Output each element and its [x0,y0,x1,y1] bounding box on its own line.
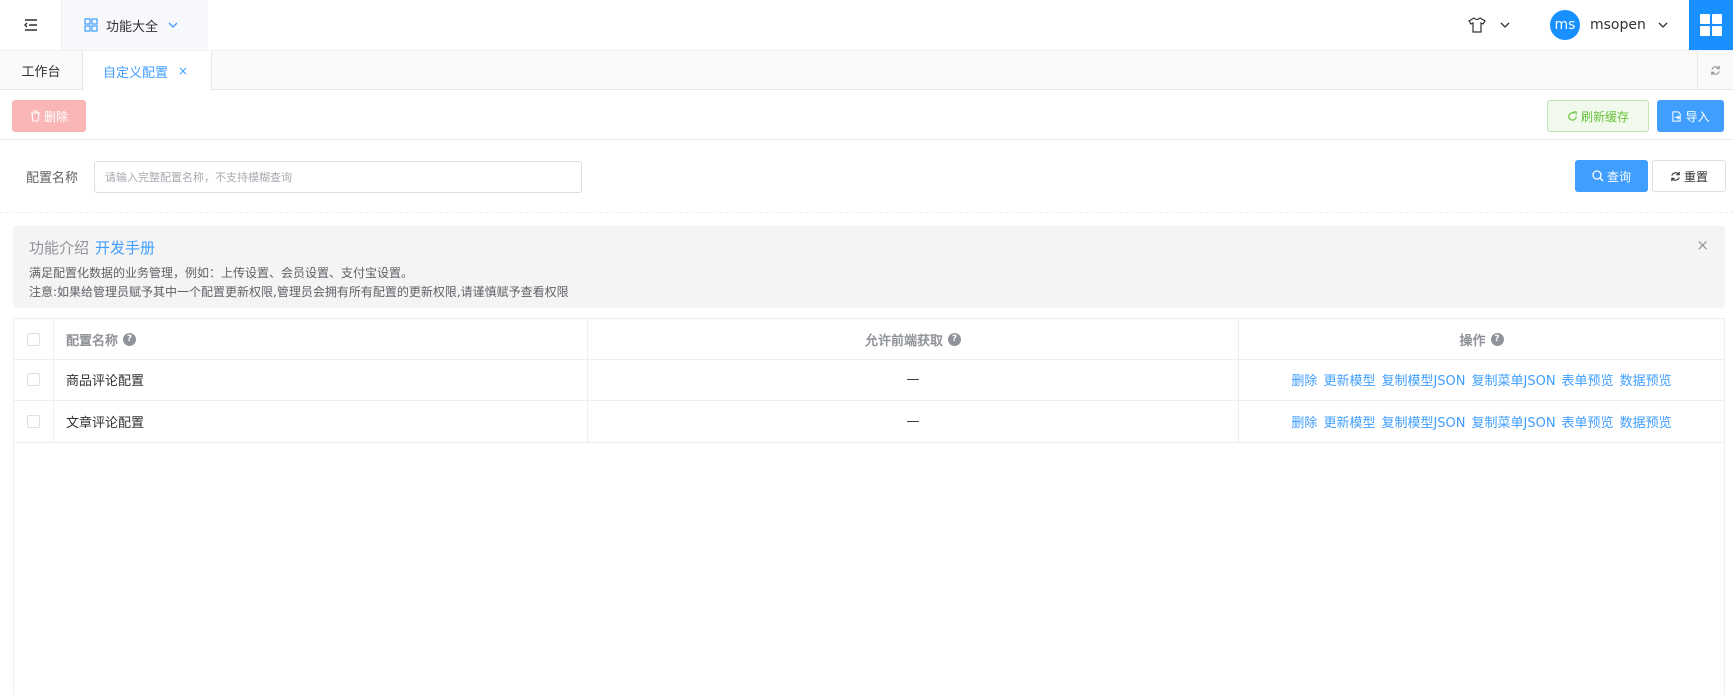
refresh-cache-button[interactable]: 刷新缓存 [1547,100,1649,132]
import-button-label: 导入 [1685,109,1710,124]
reset-icon [1671,171,1680,181]
alert-description: 满足配置化数据的业务管理，例如：上传设置、会员设置、支付宝设置。 [29,266,414,280]
reset-button-label: 重置 [1683,169,1708,184]
table-row: 商品评论配置 — 删除 更新模型 复制模型JSON 复制菜单JSON 表单预览 … [14,359,1724,401]
reset-button[interactable]: 重置 [1652,160,1726,192]
user-name: msopen [1590,17,1646,33]
tab-custom-config[interactable]: 自定义配置 × [82,51,212,91]
chevron-down-icon [1658,22,1668,28]
chevron-down-icon [1500,22,1510,28]
refresh-icon [1711,65,1720,76]
update-model-action[interactable]: 更新模型 [1323,412,1375,431]
copy-model-json-action[interactable]: 复制模型JSON [1381,412,1465,431]
select-all-checkbox[interactable] [27,333,40,346]
column-header: 操作? [1239,319,1724,360]
alert-note: 注意:如果给管理员赋予其中一个配置更新权限,管理员会拥有所有配置的更新权限,请谨… [29,285,569,299]
menu-fold-icon [23,19,37,31]
column-header: 配置名称? [54,319,588,360]
close-icon[interactable]: × [178,64,188,78]
allow-frontend-cell: — [588,359,1239,400]
delete-button[interactable]: 删除 [12,100,86,132]
apps-menu[interactable]: 功能大全 [62,0,208,50]
tab-label: 自定义配置 [103,65,169,81]
column-header-allow: 允许前端获取 [864,334,943,349]
delete-button-label: 删除 [43,109,68,124]
config-name-cell: 商品评论配置 [54,359,588,400]
grid-icon [84,18,98,32]
table-row: 文章评论配置 — 删除 更新模型 复制模型JSON 复制菜单JSON 表单预览 … [14,401,1724,443]
table-header: 配置名称? 允许前端获取? 操作? [14,318,1724,360]
config-name-cell: 文章评论配置 [54,401,588,442]
allow-frontend-cell: — [588,401,1239,442]
data-preview-action[interactable]: 数据预览 [1620,412,1672,431]
toolbar: 删除 刷新缓存 导入 [0,90,1733,140]
config-name-label: 配置名称 [26,171,79,186]
avatar: ms [1550,10,1580,40]
actions-cell: 删除 更新模型 复制模型JSON 复制菜单JSON 表单预览 数据预览 [1239,359,1724,400]
top-bar: 功能大全 ms msopen [0,0,1733,50]
row-select-cell [14,359,54,400]
user-menu[interactable]: ms msopen [1550,0,1668,50]
column-header-actions: 操作 [1459,334,1486,349]
tab-label: 工作台 [21,65,61,80]
copy-menu-json-action[interactable]: 复制菜单JSON [1472,370,1556,389]
app-launcher-button[interactable] [1689,0,1733,50]
query-button[interactable]: 查询 [1575,160,1648,192]
query-button-label: 查询 [1606,169,1631,184]
tabs-refresh-button[interactable] [1697,51,1733,90]
refresh-icon [1568,110,1577,121]
config-table: 配置名称? 允许前端获取? 操作? 商品评论配置 — 删除 更新模型 复制模型J… [13,318,1725,695]
search-form: 配置名称 查询 重置 [0,141,1733,213]
copy-menu-json-action[interactable]: 复制菜单JSON [1472,412,1556,431]
actions-cell: 删除 更新模型 复制模型JSON 复制菜单JSON 表单预览 数据预览 [1239,401,1724,442]
column-header-name: 配置名称 [66,334,119,349]
update-model-action[interactable]: 更新模型 [1323,370,1375,389]
refresh-cache-label: 刷新缓存 [1580,109,1629,124]
row-checkbox[interactable] [27,415,40,428]
import-button[interactable]: 导入 [1657,100,1724,132]
import-icon [1672,110,1682,122]
form-preview-action[interactable]: 表单预览 [1562,370,1614,389]
alert-title: 功能介绍 开发手册 [29,237,155,258]
alert-title-text: 功能介绍 [29,239,90,257]
delete-action[interactable]: 删除 [1291,370,1317,389]
data-preview-action[interactable]: 数据预览 [1620,370,1672,389]
row-select-cell [14,401,54,442]
menu-toggle-button[interactable] [0,0,62,50]
chevron-down-icon [168,22,178,28]
row-checkbox[interactable] [27,373,40,386]
close-icon[interactable]: × [1696,236,1709,254]
theme-switcher[interactable] [1468,0,1510,50]
trash-icon [30,110,40,122]
app-grid-icon [1700,14,1722,36]
shirt-icon [1468,17,1486,33]
help-icon[interactable]: ? [123,333,137,346]
select-all-cell [14,319,54,360]
tab-workbench[interactable]: 工作台 [0,51,82,90]
delete-action[interactable]: 删除 [1291,412,1317,431]
config-name-input[interactable] [94,161,582,193]
form-preview-action[interactable]: 表单预览 [1562,412,1614,431]
info-alert: 功能介绍 开发手册 满足配置化数据的业务管理，例如：上传设置、会员设置、支付宝设置… [13,226,1725,308]
dev-manual-link[interactable]: 开发手册 [95,239,155,257]
tab-bar: 工作台 自定义配置 × [0,50,1733,91]
copy-model-json-action[interactable]: 复制模型JSON [1381,370,1465,389]
search-icon [1592,170,1604,182]
apps-menu-label: 功能大全 [106,19,159,35]
help-icon[interactable]: ? [948,333,961,346]
help-icon[interactable]: ? [1490,333,1504,346]
column-header: 允许前端获取? [588,319,1239,360]
